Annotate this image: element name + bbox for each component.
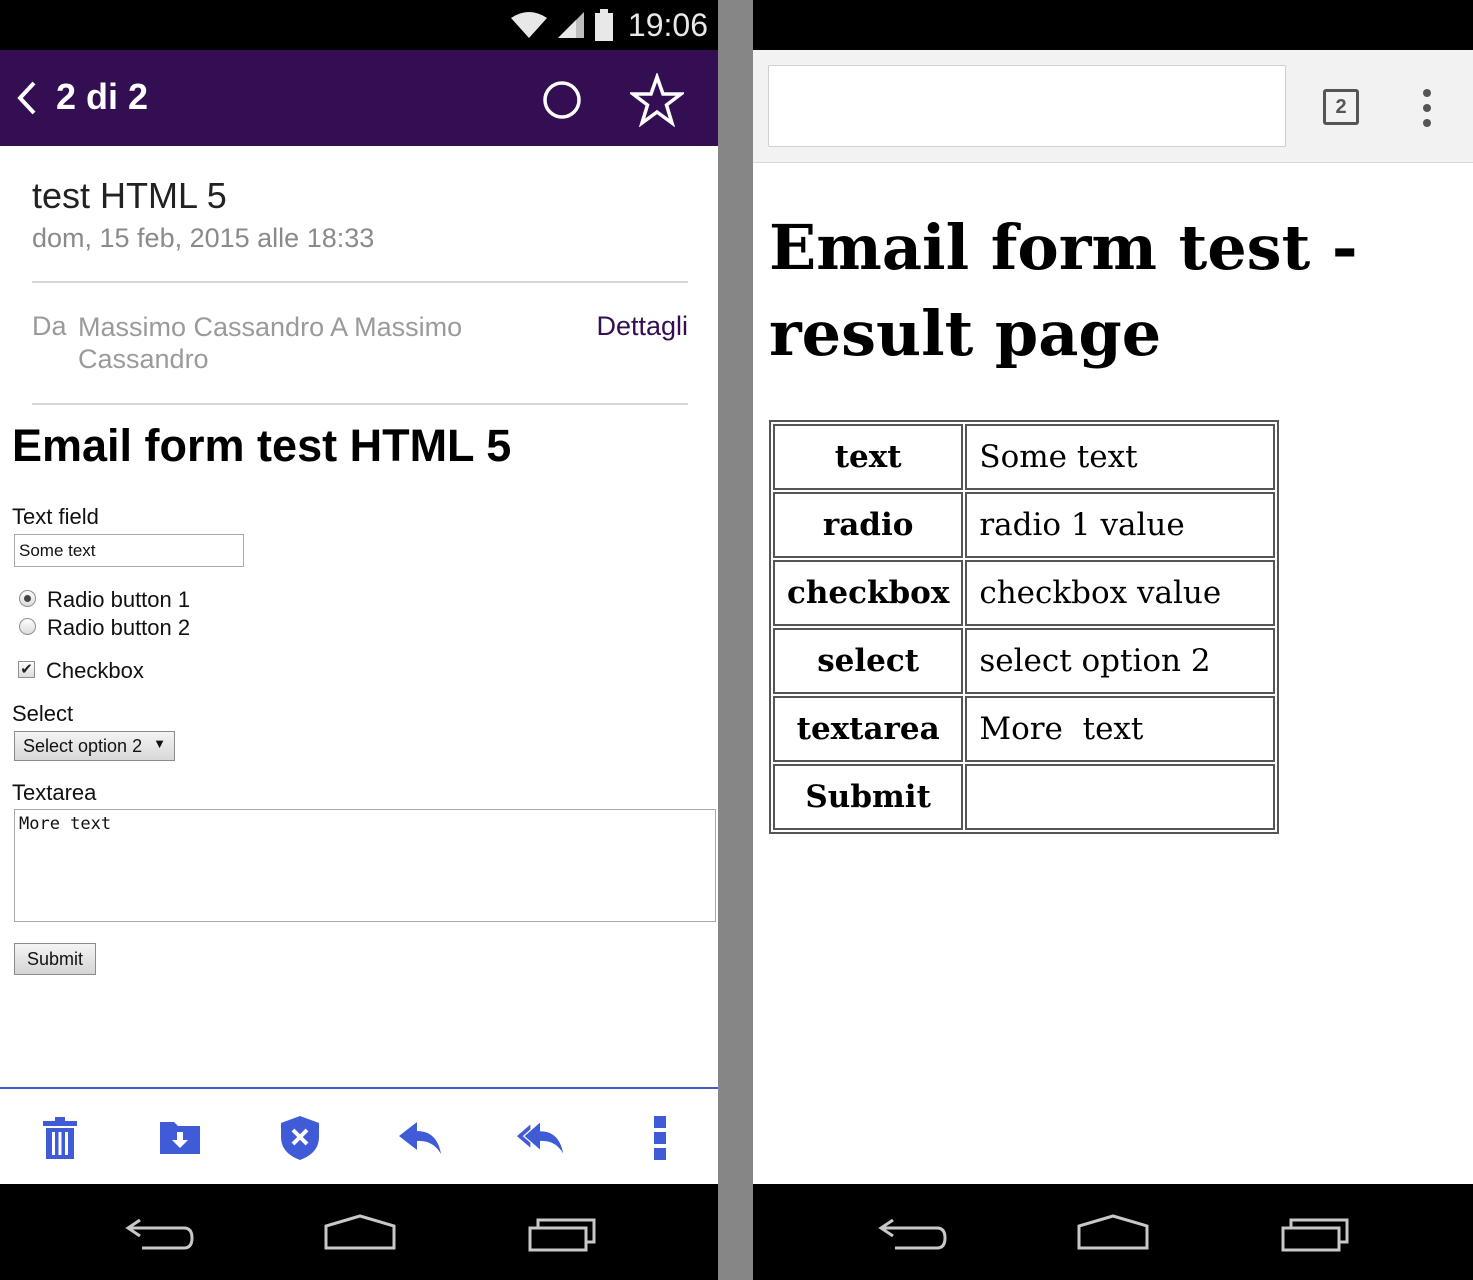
reply-icon [399, 1122, 441, 1154]
email-subject: test HTML 5 [32, 175, 227, 216]
move-to-folder-icon [160, 1122, 200, 1154]
address-bar[interactable] [768, 65, 1286, 147]
checkbox-label: Checkbox [46, 658, 144, 683]
nav-home-icon[interactable] [320, 1214, 400, 1254]
message-position-title: 2 di 2 [56, 76, 149, 117]
android-nav-bar [0, 1184, 718, 1280]
radio-button-2-label: Radio button 2 [47, 615, 191, 640]
divider [32, 403, 688, 405]
table-value-cell: More text [965, 696, 1276, 762]
overflow-menu-icon [654, 1116, 666, 1160]
table-row: checkbox checkbox value [773, 560, 1276, 626]
reply-all-button[interactable] [515, 1113, 565, 1163]
nav-back-icon[interactable] [120, 1214, 200, 1254]
radio-button-1[interactable] [19, 590, 36, 607]
chevron-left-icon [17, 81, 36, 115]
details-link[interactable]: Dettagli [596, 311, 688, 342]
browser-screen: 2 Email form test - result page text Som… [753, 0, 1473, 1280]
spam-shield-icon [281, 1116, 319, 1160]
dropdown-arrow-icon: ▼ [153, 736, 166, 751]
trash-icon [43, 1117, 77, 1159]
browser-toolbar: 2 [753, 50, 1473, 163]
battery-icon [594, 9, 613, 41]
textarea-input[interactable]: More text [14, 809, 716, 922]
mark-unread-circle-icon[interactable] [540, 78, 584, 122]
delete-button[interactable] [35, 1113, 85, 1163]
nav-home-icon[interactable] [1073, 1214, 1153, 1254]
select-label: Select [12, 701, 74, 726]
result-page-title: Email form test - result page [769, 211, 1358, 370]
mail-app-screen: 19:06 2 di 2 test HTML 5 dom, 15 feb, 20… [0, 0, 718, 1280]
mail-header: 2 di 2 [0, 50, 718, 146]
move-button[interactable] [155, 1113, 205, 1163]
reply-button[interactable] [395, 1113, 445, 1163]
back-button[interactable] [14, 78, 54, 118]
radio-button-1-label: Radio button 1 [47, 587, 191, 612]
reply-all-icon [516, 1122, 564, 1154]
table-row: text Some text [773, 424, 1276, 490]
text-field-input[interactable]: Some text [14, 534, 244, 567]
table-key-cell: select [773, 628, 964, 694]
table-key-cell: textarea [773, 696, 964, 762]
tab-switcher-button[interactable]: 2 [1323, 89, 1359, 125]
table-row: Submit [773, 764, 1276, 830]
status-bar: 19:06 [0, 0, 718, 50]
table-value-cell: select option 2 [965, 628, 1276, 694]
more-actions-button[interactable] [635, 1113, 685, 1163]
table-row: select select option 2 [773, 628, 1276, 694]
textarea-label: Textarea [12, 780, 97, 805]
checkbox[interactable]: ✔ [18, 661, 35, 678]
table-value-cell [965, 764, 1276, 830]
form-title: Email form test HTML 5 [12, 420, 512, 471]
star-icon[interactable] [630, 73, 684, 127]
from-label: Da [32, 311, 67, 341]
android-nav-bar [753, 1184, 1473, 1280]
nav-back-icon[interactable] [873, 1214, 953, 1254]
signal-icon [557, 12, 584, 38]
table-key-cell: checkbox [773, 560, 964, 626]
text-field-label: Text field [12, 504, 99, 529]
status-bar [753, 0, 1473, 50]
overflow-menu-icon[interactable] [1417, 88, 1437, 128]
sender-recipient-text: Massimo Cassandro A Massimo Cassandro [78, 312, 463, 374]
divider [32, 281, 688, 283]
nav-recents-icon[interactable] [1275, 1214, 1355, 1254]
table-row: radio radio 1 value [773, 492, 1276, 558]
spam-button[interactable] [275, 1113, 325, 1163]
select-value: Select option 2 [23, 736, 143, 756]
table-key-cell: Submit [773, 764, 964, 830]
checkmark-icon: ✔ [20, 661, 33, 678]
status-clock: 19:06 [627, 6, 708, 43]
table-value-cell: radio 1 value [965, 492, 1276, 558]
wifi-icon [510, 12, 547, 38]
submit-button[interactable]: Submit [14, 943, 96, 975]
table-key-cell: text [773, 424, 964, 490]
nav-recents-icon[interactable] [522, 1214, 602, 1254]
select-dropdown[interactable]: Select option 2 ▼ [14, 731, 175, 761]
email-date: dom, 15 feb, 2015 alle 18:33 [32, 223, 375, 253]
table-key-cell: radio [773, 492, 964, 558]
table-value-cell: checkbox value [965, 560, 1276, 626]
table-value-cell: Some text [965, 424, 1276, 490]
radio-button-2[interactable] [19, 618, 36, 635]
result-table: text Some text radio radio 1 value check… [769, 420, 1280, 834]
mail-action-toolbar [0, 1089, 718, 1184]
table-row: textarea More text [773, 696, 1276, 762]
